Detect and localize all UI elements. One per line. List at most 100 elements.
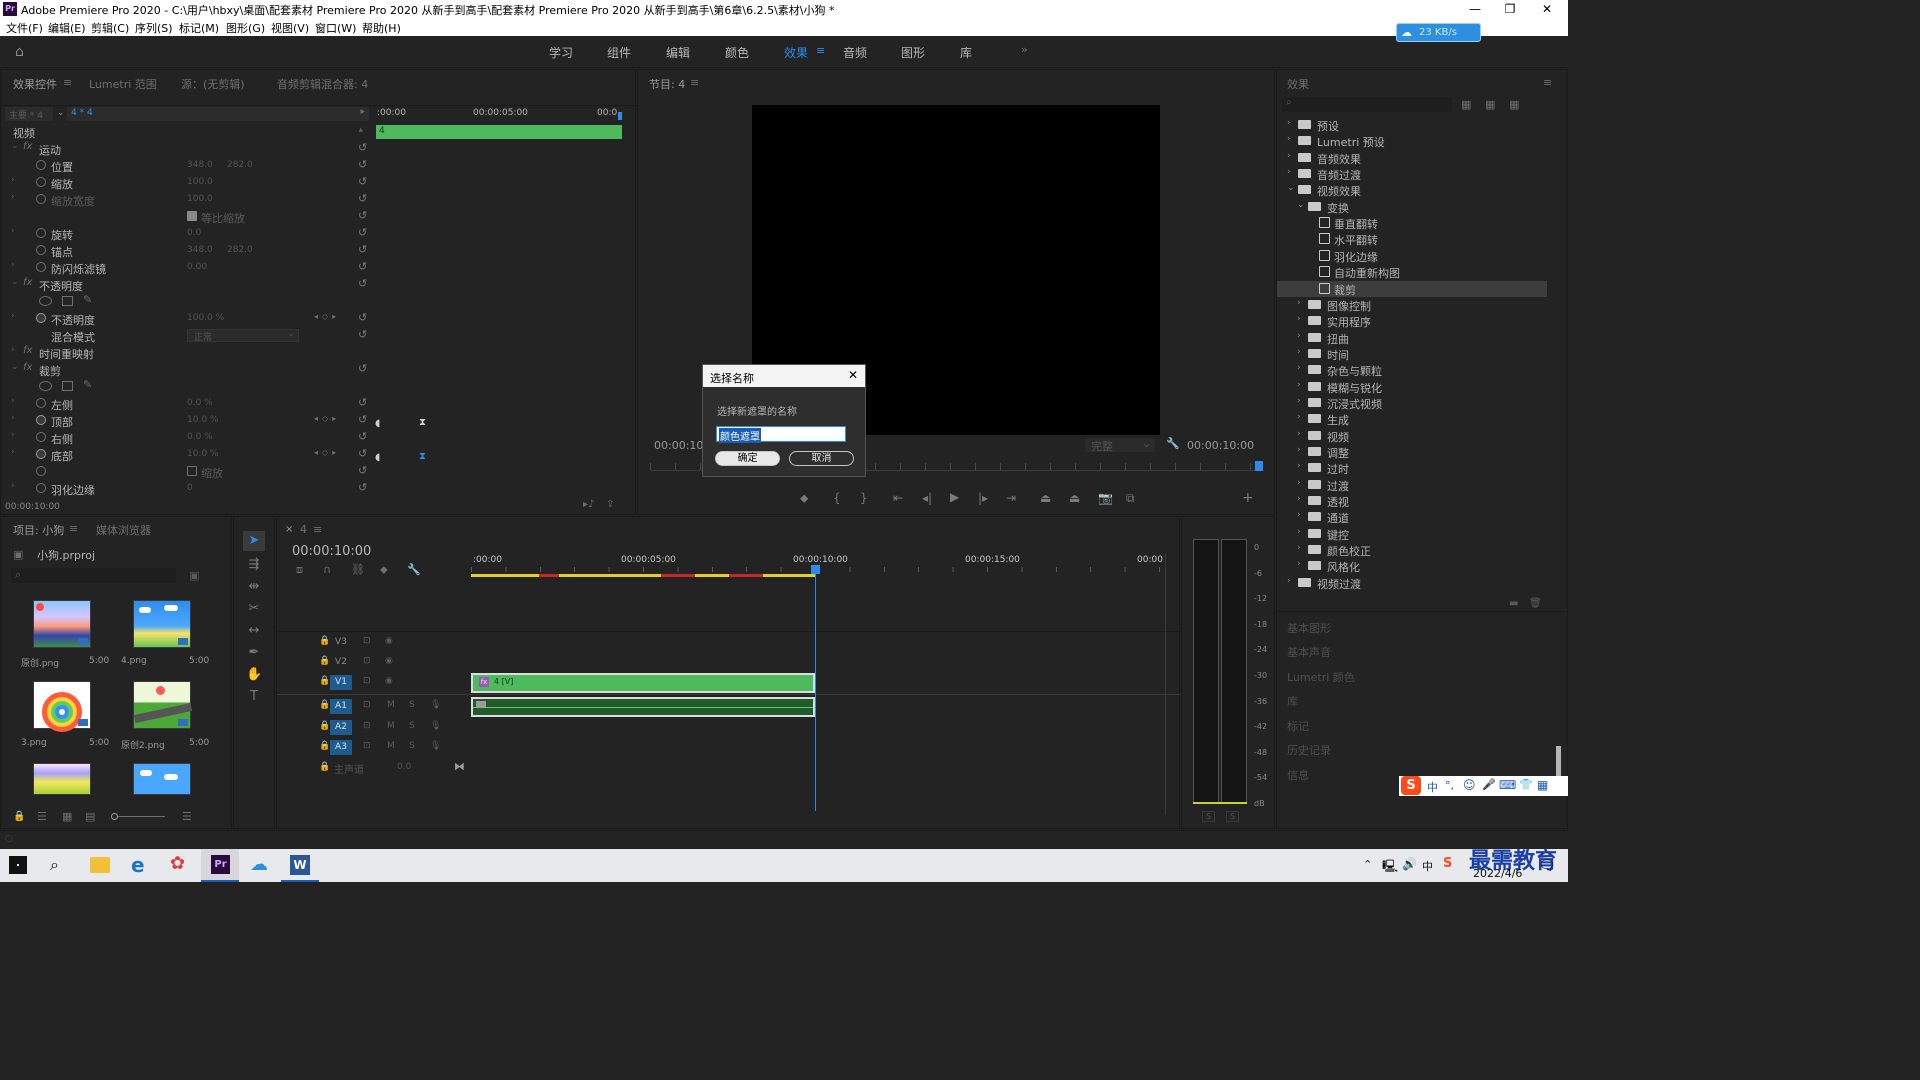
- uniform-scale-checkbox[interactable]: [187, 211, 197, 221]
- more-workspaces-icon[interactable]: »: [1021, 43, 1028, 56]
- effects-tree-item[interactable]: › 生成: [1277, 411, 1547, 427]
- reset-icon[interactable]: ↺: [358, 141, 367, 154]
- mask-name-input[interactable]: 颜色遮罩: [716, 426, 846, 443]
- new-bin-icon[interactable]: ▬: [1509, 598, 1518, 609]
- thumb-5[interactable]: [33, 763, 91, 795]
- reset-icon[interactable]: ↺: [358, 311, 367, 324]
- fx-icon[interactable]: fx: [23, 141, 32, 152]
- stopwatch-icon[interactable]: [36, 449, 46, 459]
- chevron-right-icon[interactable]: ›: [11, 175, 15, 185]
- panel-history[interactable]: 历史记录: [1287, 742, 1331, 758]
- sync-lock-icon[interactable]: ⊡: [363, 700, 371, 710]
- menu-window[interactable]: 窗口(W): [315, 20, 356, 36]
- mark-in-icon[interactable]: {: [833, 491, 841, 505]
- effects-tree-item[interactable]: › Lumetri 预设: [1277, 133, 1547, 149]
- audio-clip[interactable]: [471, 697, 815, 717]
- eye-icon[interactable]: ◉: [385, 676, 393, 686]
- tab-program[interactable]: 节目: 4: [649, 76, 685, 92]
- chevron-right-icon[interactable]: ›: [11, 447, 15, 457]
- effects-tree-item[interactable]: › 模糊与锐化: [1277, 379, 1547, 395]
- sogou-logo-icon[interactable]: S: [1401, 776, 1421, 795]
- chevron-right-icon[interactable]: ›: [1297, 510, 1301, 520]
- program-playhead[interactable]: [1255, 461, 1263, 471]
- settings-wrench-icon[interactable]: 🔧: [407, 563, 421, 576]
- solo-icon[interactable]: S: [409, 721, 415, 731]
- play-icon[interactable]: ▶: [950, 490, 959, 504]
- mic-icon[interactable]: 🎙: [430, 741, 441, 751]
- effects-tree-item[interactable]: › 杂色与颗粒: [1277, 362, 1547, 378]
- lock-icon[interactable]: 🔒: [319, 741, 330, 751]
- ellipse-mask-icon[interactable]: [39, 381, 52, 391]
- lock-icon[interactable]: 🔒: [319, 721, 330, 731]
- reset-icon[interactable]: ↺: [358, 396, 367, 409]
- search-icon[interactable]: ⌕: [50, 855, 72, 877]
- rectangle-mask-icon[interactable]: [62, 381, 73, 391]
- mic-icon[interactable]: 🎙: [430, 700, 441, 710]
- sync-lock-icon[interactable]: ⊡: [363, 636, 371, 646]
- ec-current-time[interactable]: 00:00:10:00: [5, 502, 60, 512]
- tab-lumetri-scopes[interactable]: Lumetri 范围: [89, 76, 157, 92]
- chevron-right-icon[interactable]: ›: [1297, 412, 1301, 422]
- reset-icon[interactable]: ↺: [358, 260, 367, 273]
- panel-menu-icon[interactable]: ≡: [1543, 76, 1552, 89]
- lock-icon[interactable]: 🔒: [319, 656, 330, 666]
- project-search-input[interactable]: ⌕: [11, 568, 176, 583]
- mute-icon[interactable]: M: [387, 721, 395, 731]
- panel-menu-icon[interactable]: ≡: [313, 523, 322, 536]
- chevron-down-icon[interactable]: ⌄: [11, 277, 19, 287]
- ellipse-mask-icon[interactable]: [39, 296, 52, 306]
- keyframe-nav[interactable]: ◂◇▸: [314, 448, 340, 457]
- volume-icon[interactable]: 🔊: [1402, 857, 1417, 871]
- effects-tree-item[interactable]: ⌄ 视频效果: [1277, 182, 1547, 198]
- tab-sequence[interactable]: 4: [300, 523, 307, 536]
- delete-icon[interactable]: 🗑: [1529, 598, 1542, 609]
- blend-mode-select[interactable]: 正常 ⌄: [187, 329, 299, 343]
- pen-tool-icon[interactable]: ✒: [246, 645, 262, 660]
- reset-icon[interactable]: ↺: [358, 362, 367, 375]
- file-explorer-icon[interactable]: [90, 857, 110, 873]
- thumb-yuanchuang[interactable]: [33, 600, 91, 648]
- timeline-playhead[interactable]: [811, 565, 820, 574]
- workspace-effects[interactable]: 效果: [784, 44, 808, 61]
- yuv-effects-icon[interactable]: ▦: [1509, 98, 1519, 111]
- workspace-audio[interactable]: 音频: [843, 44, 867, 61]
- icon-view-icon[interactable]: ▦: [62, 810, 72, 823]
- ime-chinese-mode[interactable]: 中: [1427, 779, 1438, 795]
- stopwatch-icon[interactable]: [36, 415, 46, 425]
- stopwatch-icon[interactable]: [36, 160, 46, 170]
- master-pan-icon[interactable]: ⧓: [454, 760, 465, 773]
- keyframe-marker-icon[interactable]: ◖: [375, 418, 380, 429]
- thumb-3[interactable]: [33, 681, 91, 732]
- stopwatch-icon[interactable]: [36, 228, 46, 238]
- network-icon[interactable]: 🖳: [1382, 857, 1398, 878]
- reset-icon[interactable]: ↺: [358, 158, 367, 171]
- chevron-down-icon[interactable]: ⌄: [1297, 200, 1305, 210]
- timeline-timecode[interactable]: 00:00:10:00: [292, 544, 371, 559]
- extract-icon[interactable]: ⏏: [1069, 491, 1080, 505]
- ime-skin-icon[interactable]: 👕: [1519, 778, 1533, 791]
- sogou-tray-icon[interactable]: S: [1443, 856, 1452, 871]
- tab-source[interactable]: 源：(无剪辑): [181, 76, 245, 92]
- chevron-right-icon[interactable]: ›: [11, 192, 15, 202]
- effects-tree-item[interactable]: › 颜色校正: [1277, 542, 1547, 558]
- cancel-button[interactable]: 取消: [789, 451, 854, 466]
- dialog-close-icon[interactable]: ✕: [848, 368, 858, 382]
- stopwatch-icon[interactable]: [36, 313, 46, 323]
- sync-lock-icon[interactable]: ⊡: [363, 741, 371, 751]
- chevron-right-icon[interactable]: ›: [11, 430, 15, 440]
- lock-icon[interactable]: 🔒: [13, 811, 25, 822]
- effects-tree-item[interactable]: ⌄ 变换: [1277, 199, 1547, 215]
- start-icon[interactable]: [9, 856, 27, 874]
- chevron-right-icon[interactable]: ›: [1297, 527, 1301, 537]
- keyframe-marker-icon[interactable]: ⧗: [419, 417, 426, 428]
- reset-icon[interactable]: ↺: [358, 447, 367, 460]
- chevron-right-icon[interactable]: ›: [1297, 331, 1301, 341]
- list-view-icon[interactable]: ☰: [37, 810, 47, 823]
- effects-tree-item[interactable]: › 图像控制: [1277, 297, 1547, 313]
- effects-tree-item[interactable]: › 音频效果: [1277, 150, 1547, 166]
- reset-icon[interactable]: ↺: [358, 277, 367, 290]
- chevron-right-icon[interactable]: ›: [1297, 347, 1301, 357]
- effects-tree-item[interactable]: › 时间: [1277, 346, 1547, 362]
- reset-icon[interactable]: ↺: [358, 413, 367, 426]
- effects-tree-item[interactable]: 水平翻转: [1277, 231, 1547, 247]
